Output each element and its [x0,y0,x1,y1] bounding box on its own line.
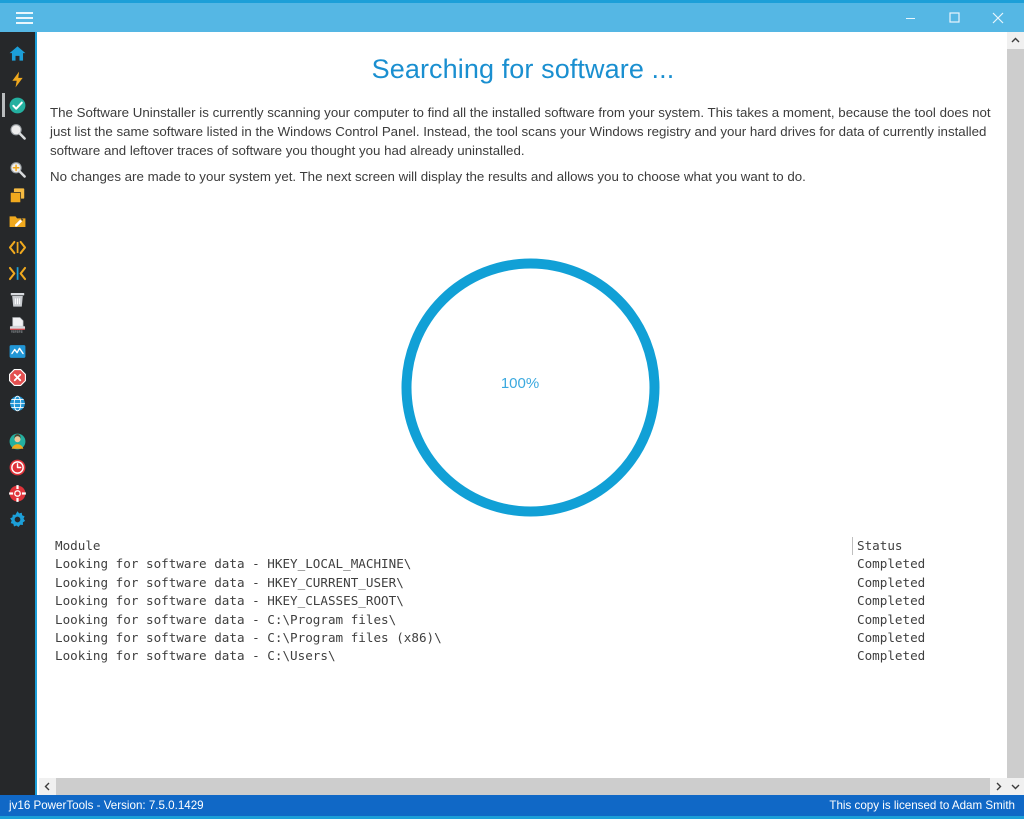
home-icon [9,45,26,61]
table-row: Looking for software data - C:\Users\ Co… [52,647,992,666]
merge-arrows-icon [8,266,27,280]
scroll-right-button[interactable] [990,778,1007,795]
module-status: Completed [852,610,992,629]
module-name: Looking for software data - C:\Program f… [55,611,397,627]
column-header-module: Module [55,538,101,553]
sidebar-item-clean-and-fix[interactable] [0,92,35,118]
lifebuoy-icon [9,484,26,502]
maximize-button[interactable] [932,3,976,32]
duplicate-files-icon [10,187,25,203]
sidebar-item-history-cleaner[interactable] [0,454,35,480]
module-status: Completed [852,555,992,574]
description-paragraph-2: No changes are made to your system yet. … [50,169,806,184]
scroll-down-arrow-icon [1011,784,1020,790]
scroll-up-button[interactable] [1007,32,1024,49]
module-status: Completed [852,592,992,611]
window-controls [888,3,1020,32]
module-status: Completed [852,573,992,593]
table-header-row: Module Status [52,537,992,556]
trash-bin-icon [10,292,25,307]
page-title: Searching for software ... [371,54,675,84]
minimize-button[interactable] [888,3,932,32]
application-window: Searching for software ... The Software … [0,0,1024,819]
table-row: Looking for software data - C:\Program f… [52,610,992,629]
shredder-icon [9,316,26,333]
module-status: Completed [852,628,992,648]
hamburger-line [15,21,33,24]
title-bar [0,0,1024,32]
sidebar-item-file-organizer[interactable] [0,208,35,234]
sidebar-item-privacy-protector[interactable] [0,428,35,454]
magnifier-icon [10,123,26,140]
sidebar-item-home[interactable] [0,40,35,66]
hamburger-line [15,11,33,14]
vertical-scrollbar[interactable] [1007,32,1024,795]
globe-icon [10,395,25,411]
hamburger-menu-icon[interactable] [4,3,44,32]
hamburger-line [15,16,33,19]
module-name: Looking for software data - HKEY_LOCAL_M… [55,556,412,572]
scroll-down-button[interactable] [1007,778,1024,795]
table-row: Looking for software data - HKEY_CURRENT… [52,573,992,593]
module-status-table: Module Status Looking for software data … [52,537,992,666]
table-row: Looking for software data - HKEY_LOCAL_M… [52,555,992,574]
code-brackets-icon [8,240,27,254]
table-row: Looking for software data - C:\Program f… [52,628,992,648]
sidebar-item-uninstaller[interactable] [0,286,35,312]
module-name: Looking for software data - HKEY_CLASSES… [55,593,404,609]
sidebar-item-search-files[interactable] [0,156,35,182]
progress-percent-label: 100% [500,375,540,392]
module-status: Completed [852,647,992,666]
status-bar: jv16 PowerTools - Version: 7.5.0.1429 Th… [0,795,1024,819]
check-circle-icon [9,97,26,113]
table-row: Looking for software data - HKEY_CLASSES… [52,592,992,611]
magnifier-plus-icon [10,161,26,178]
main-content-area: Searching for software ... The Software … [39,32,1024,795]
sidebar-item-duplicate-files[interactable] [0,182,35,208]
version-label: jv16 PowerTools - Version: 7.5.0.1429 [9,799,204,812]
scroll-left-button[interactable] [39,778,56,795]
clock-icon [9,459,26,475]
scroll-up-arrow-icon [1011,37,1020,43]
user-avatar-icon [9,433,26,449]
sidebar-item-file-shredder[interactable] [0,312,35,338]
sidebar-item-registry-compactor[interactable] [0,260,35,286]
sidebar-item-system-monitor[interactable] [0,338,35,364]
sidebar-item-registry-tools[interactable] [0,234,35,260]
horizontal-scrollbar[interactable] [39,778,1007,795]
sidebar-navigation [0,32,37,795]
sidebar-item-startup-manager[interactable] [0,364,35,390]
close-button[interactable] [976,3,1020,32]
module-name: Looking for software data - C:\Users\ [55,648,336,664]
scroll-right-arrow-icon [996,782,1002,791]
license-label: This copy is licensed to Adam Smith [829,799,1015,812]
column-header-status: Status [852,537,992,556]
folder-edit-icon [9,215,26,227]
scan-progress-ring: 100% [400,257,661,518]
scroll-left-arrow-icon [44,782,50,791]
lightning-bolt-icon [12,71,23,87]
sidebar-item-internet-optimizer[interactable] [0,390,35,416]
sidebar-item-settings[interactable] [0,506,35,532]
description-paragraph-1: The Software Uninstaller is currently sc… [50,105,991,158]
stop-sign-icon [9,368,26,386]
module-name: Looking for software data - HKEY_CURRENT… [55,574,404,590]
monitor-chart-icon [9,344,26,358]
module-name: Looking for software data - C:\Program f… [55,629,442,645]
sidebar-item-support[interactable] [0,480,35,506]
scan-progress-page: Searching for software ... The Software … [39,32,1007,779]
sidebar-item-find-software[interactable] [0,118,35,144]
sidebar-item-quick-actions[interactable] [0,66,35,92]
gear-icon [10,510,26,527]
